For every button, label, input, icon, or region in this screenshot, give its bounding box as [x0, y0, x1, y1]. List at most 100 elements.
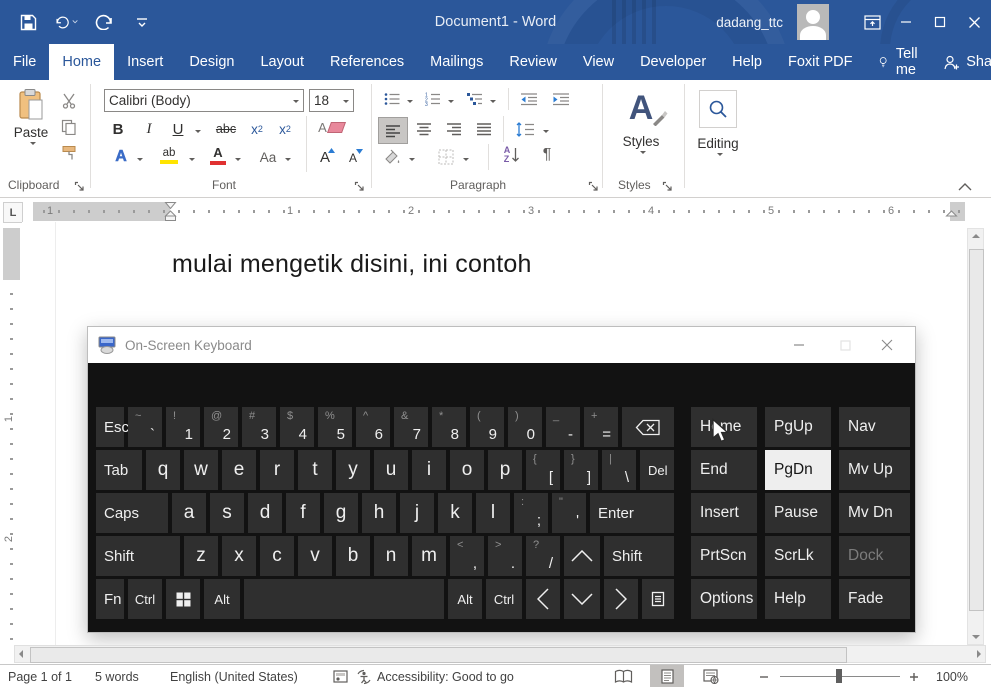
osk-key-q[interactable]: q	[146, 450, 180, 490]
osk-key-9[interactable]: (9	[470, 407, 504, 447]
osk-key-pgdn[interactable]: PgDn	[765, 450, 831, 490]
collapse-ribbon-icon[interactable]	[958, 178, 972, 196]
change-case-button[interactable]: Aa	[256, 146, 280, 168]
osk-key-pgup[interactable]: PgUp	[765, 407, 831, 447]
osk-key-backtick[interactable]: ~`	[128, 407, 162, 447]
osk-key-nav[interactable]: Nav	[839, 407, 910, 447]
accessibility-status[interactable]: Accessibility: Good to go	[377, 665, 514, 687]
osk-key-arrow-left[interactable]	[526, 579, 560, 619]
scroll-up-icon[interactable]	[972, 234, 980, 238]
osk-key-c[interactable]: c	[260, 536, 294, 576]
editing-button[interactable]: Editing	[690, 90, 746, 170]
tab-foxit-pdf[interactable]: Foxit PDF	[775, 44, 865, 80]
osk-key-minus[interactable]: _-	[546, 407, 580, 447]
multilevel-chevron-icon[interactable]	[490, 100, 496, 106]
page-indicator[interactable]: Page 1 of 1	[8, 665, 72, 687]
osk-key-z[interactable]: z	[184, 536, 218, 576]
document-text[interactable]: mulai mengetik disini, ini contoh	[172, 250, 532, 279]
osk-key-semicolon[interactable]: :;	[514, 493, 548, 533]
line-spacing-chevron-icon[interactable]	[543, 130, 549, 136]
osk-key-i[interactable]: i	[412, 450, 446, 490]
osk-key-8[interactable]: *8	[432, 407, 466, 447]
italic-button[interactable]: I	[139, 118, 159, 140]
osk-key-u[interactable]: u	[374, 450, 408, 490]
bullets-icon[interactable]	[382, 88, 402, 110]
osk-key-alt[interactable]: Alt	[204, 579, 240, 619]
sort-icon[interactable]: A Z	[498, 144, 526, 166]
osk-key-o[interactable]: o	[450, 450, 484, 490]
osk-key-4[interactable]: $4	[280, 407, 314, 447]
osk-key-v[interactable]: v	[298, 536, 332, 576]
osk-key-caps[interactable]: Caps	[96, 493, 168, 533]
font-size-select[interactable]: 18	[309, 89, 354, 112]
osk-key-t[interactable]: t	[298, 450, 332, 490]
align-center-button[interactable]	[412, 118, 436, 140]
osk-key-w[interactable]: w	[184, 450, 218, 490]
osk-key-ctrl-right[interactable]: Ctrl	[486, 579, 522, 619]
osk-key-x[interactable]: x	[222, 536, 256, 576]
paste-button[interactable]: Paste	[8, 86, 54, 172]
font-color-chevron-icon[interactable]	[235, 158, 241, 164]
tab-references[interactable]: References	[317, 44, 417, 80]
osk-key-slash[interactable]: ?/	[526, 536, 560, 576]
osk-key-d[interactable]: d	[248, 493, 282, 533]
osk-close-button[interactable]	[867, 327, 907, 363]
osk-minimize-button[interactable]	[779, 327, 819, 363]
scroll-down-icon[interactable]	[972, 635, 980, 639]
osk-key-l[interactable]: l	[476, 493, 510, 533]
numbering-chevron-icon[interactable]	[448, 100, 454, 106]
osk-key-windows[interactable]	[166, 579, 200, 619]
osk-key-0[interactable]: )0	[508, 407, 542, 447]
paragraph-dialog-launcher-icon[interactable]	[588, 179, 600, 191]
share-button[interactable]: Share	[933, 44, 991, 80]
tab-layout[interactable]: Layout	[247, 44, 317, 80]
osk-key-pause[interactable]: Pause	[765, 493, 831, 533]
word-count[interactable]: 5 words	[95, 665, 139, 687]
osk-key-arrow-down[interactable]	[564, 579, 600, 619]
undo-icon[interactable]	[54, 10, 78, 34]
osk-key-p[interactable]: p	[488, 450, 522, 490]
tab-developer[interactable]: Developer	[627, 44, 719, 80]
read-mode-icon[interactable]	[608, 665, 638, 687]
borders-icon[interactable]	[434, 146, 458, 168]
redo-icon[interactable]	[92, 10, 116, 34]
grow-font-button[interactable]: A	[314, 146, 336, 168]
osk-key-arrow-right[interactable]	[604, 579, 638, 619]
osk-key-2[interactable]: @2	[204, 407, 238, 447]
osk-key-alt-right[interactable]: Alt	[448, 579, 482, 619]
scroll-left-icon[interactable]	[19, 650, 23, 658]
osk-key-insert[interactable]: Insert	[691, 493, 757, 533]
osk-key-f[interactable]: f	[286, 493, 320, 533]
tab-insert[interactable]: Insert	[114, 44, 176, 80]
scroll-right-icon[interactable]	[977, 650, 981, 658]
increase-indent-icon[interactable]	[549, 88, 573, 110]
macro-record-icon[interactable]	[333, 665, 348, 687]
osk-key-help[interactable]: Help	[765, 579, 831, 619]
borders-chevron-icon[interactable]	[463, 158, 469, 164]
shrink-font-button[interactable]: A	[342, 147, 364, 169]
signed-in-user[interactable]: dadang_ttc	[716, 15, 783, 30]
font-dialog-launcher-icon[interactable]	[354, 179, 366, 191]
osk-key-tab[interactable]: Tab	[96, 450, 142, 490]
osk-key-mv-dn[interactable]: Mv Dn	[839, 493, 910, 533]
osk-key-j[interactable]: j	[400, 493, 434, 533]
multilevel-list-icon[interactable]	[465, 88, 485, 110]
maximize-button[interactable]	[923, 0, 957, 44]
tab-mailings[interactable]: Mailings	[417, 44, 496, 80]
vertical-scrollbar[interactable]	[967, 228, 984, 645]
osk-key-5[interactable]: %5	[318, 407, 352, 447]
osk-key-y[interactable]: y	[336, 450, 370, 490]
osk-key-e[interactable]: e	[222, 450, 256, 490]
osk-key-fade[interactable]: Fade	[839, 579, 910, 619]
zoom-in-icon[interactable]	[906, 665, 922, 687]
styles-dialog-launcher-icon[interactable]	[662, 179, 674, 191]
tell-me-button[interactable]: Tell me	[869, 44, 933, 80]
horizontal-scroll-thumb[interactable]	[30, 647, 847, 663]
highlight-color-button[interactable]: ab	[156, 144, 182, 166]
align-left-button[interactable]	[378, 117, 408, 144]
tab-home[interactable]: Home	[49, 44, 114, 80]
osk-key-dock[interactable]: Dock	[839, 536, 910, 576]
osk-key-k[interactable]: k	[438, 493, 472, 533]
bold-button[interactable]: B	[108, 118, 128, 140]
tab-review[interactable]: Review	[496, 44, 570, 80]
